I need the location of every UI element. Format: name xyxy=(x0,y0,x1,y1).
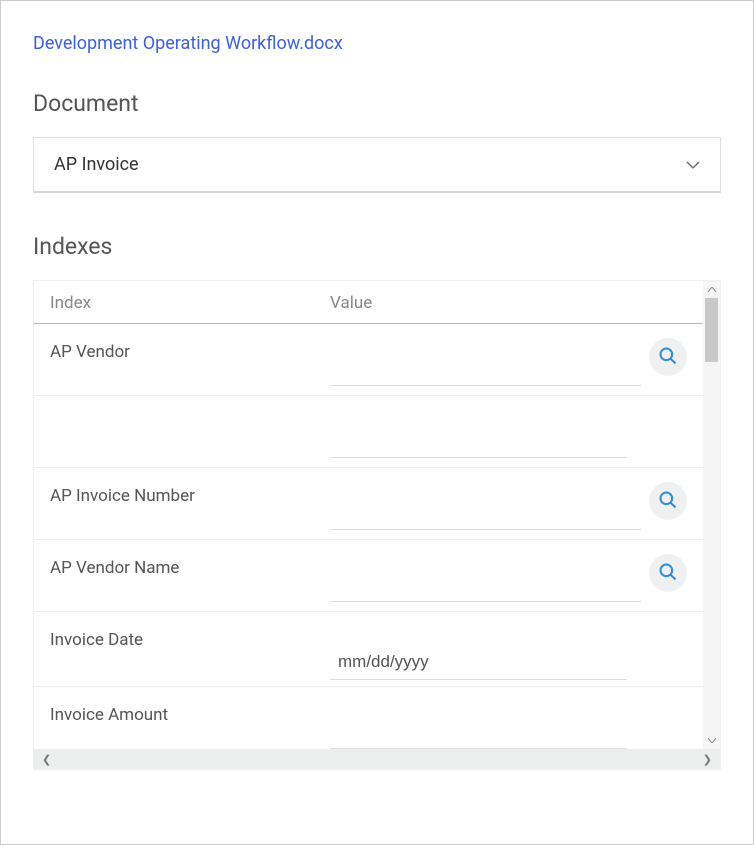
indexes-table-header: Index Value xyxy=(34,281,703,324)
lookup-button[interactable] xyxy=(649,554,687,592)
column-header-index: Index xyxy=(50,293,330,313)
index-label: AP Vendor xyxy=(50,338,330,362)
index-label xyxy=(50,410,330,414)
vertical-scrollbar[interactable] xyxy=(703,281,720,749)
index-value-input[interactable] xyxy=(330,566,641,602)
horizontal-scrollbar[interactable]: ❮ ❯ xyxy=(34,749,720,769)
search-icon xyxy=(658,562,678,585)
table-row: Invoice Amount xyxy=(34,687,703,749)
scroll-down-arrow-icon[interactable] xyxy=(703,732,720,749)
scroll-right-arrow-icon[interactable]: ❯ xyxy=(701,753,714,766)
document-type-select[interactable]: AP Invoice xyxy=(33,137,721,193)
index-label: AP Vendor Name xyxy=(50,554,330,578)
indexes-table-container: Index Value AP Vendor xyxy=(33,280,721,770)
document-type-value: AP Invoice xyxy=(54,154,139,175)
table-row: AP Vendor Name xyxy=(34,540,703,612)
index-label: Invoice Date xyxy=(50,626,330,650)
column-header-value: Value xyxy=(330,293,687,313)
indexes-section-title: Indexes xyxy=(33,233,721,260)
file-name-link[interactable]: Development Operating Workflow.docx xyxy=(33,33,721,54)
search-icon xyxy=(658,490,678,513)
scroll-thumb[interactable] xyxy=(705,298,718,362)
scroll-left-arrow-icon[interactable]: ❮ xyxy=(40,753,53,766)
document-section-title: Document xyxy=(33,90,721,117)
index-label: Invoice Amount xyxy=(50,701,330,725)
index-value-input[interactable] xyxy=(330,494,641,530)
index-value-input[interactable] xyxy=(330,350,641,386)
table-row: AP Vendor xyxy=(34,324,703,396)
table-row: Invoice Date xyxy=(34,612,703,687)
lookup-button[interactable] xyxy=(649,338,687,376)
index-value-date-input[interactable] xyxy=(330,644,627,680)
scroll-up-arrow-icon[interactable] xyxy=(703,281,720,298)
index-value-input[interactable] xyxy=(330,713,627,749)
table-row xyxy=(34,396,703,468)
chevron-down-icon xyxy=(686,158,700,172)
index-value-input[interactable] xyxy=(330,422,627,458)
table-row: AP Invoice Number xyxy=(34,468,703,540)
index-label: AP Invoice Number xyxy=(50,482,330,506)
scroll-track[interactable] xyxy=(703,298,720,732)
lookup-button[interactable] xyxy=(649,482,687,520)
search-icon xyxy=(658,346,678,369)
